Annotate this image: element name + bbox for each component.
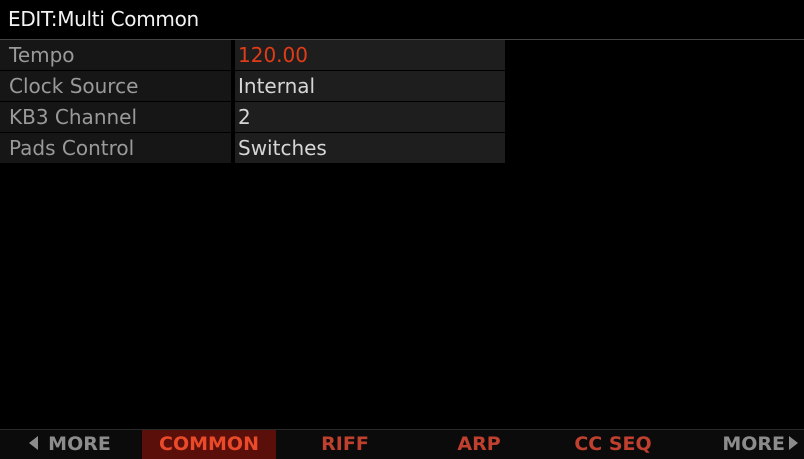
param-row-kb3-channel[interactable]: KB3 Channel 2 — [0, 102, 804, 133]
cc-seq-tab-label: CC SEQ — [574, 433, 652, 455]
cc-seq-tab-button[interactable]: CC SEQ — [546, 430, 680, 459]
common-tab-button[interactable]: COMMON — [142, 430, 276, 459]
param-row-clock-source[interactable]: Clock Source Internal — [0, 71, 804, 102]
more-left-label: MORE — [48, 433, 111, 455]
param-label: KB3 Channel — [0, 102, 231, 133]
parameter-list: Tempo 120.00 Clock Source Internal KB3 C… — [0, 40, 804, 164]
riff-tab-label: RIFF — [321, 433, 369, 455]
more-right-label: MORE — [722, 433, 785, 455]
more-left-button[interactable]: MORE — [0, 430, 140, 459]
param-label: Tempo — [0, 40, 231, 71]
soft-button-bar: MORE COMMON RIFF ARP CC SEQ MORE — [0, 429, 804, 459]
triangle-right-icon — [789, 436, 798, 450]
title-bar: EDIT:Multi Common — [0, 0, 804, 40]
riff-tab-button[interactable]: RIFF — [278, 430, 412, 459]
param-label: Clock Source — [0, 71, 231, 102]
param-value-pads-control[interactable]: Switches — [235, 133, 505, 164]
page-title: EDIT:Multi Common — [8, 7, 199, 31]
arp-tab-label: ARP — [457, 433, 501, 455]
arp-tab-button[interactable]: ARP — [412, 430, 546, 459]
common-tab-label: COMMON — [159, 433, 259, 455]
param-value-kb3-channel[interactable]: 2 — [235, 102, 505, 133]
param-value-tempo[interactable]: 120.00 — [235, 40, 505, 71]
param-row-tempo[interactable]: Tempo 120.00 — [0, 40, 804, 71]
more-right-button[interactable]: MORE — [680, 430, 804, 459]
param-value-clock-source[interactable]: Internal — [235, 71, 505, 102]
param-label: Pads Control — [0, 133, 231, 164]
param-row-pads-control[interactable]: Pads Control Switches — [0, 133, 804, 164]
triangle-left-icon — [29, 436, 39, 450]
